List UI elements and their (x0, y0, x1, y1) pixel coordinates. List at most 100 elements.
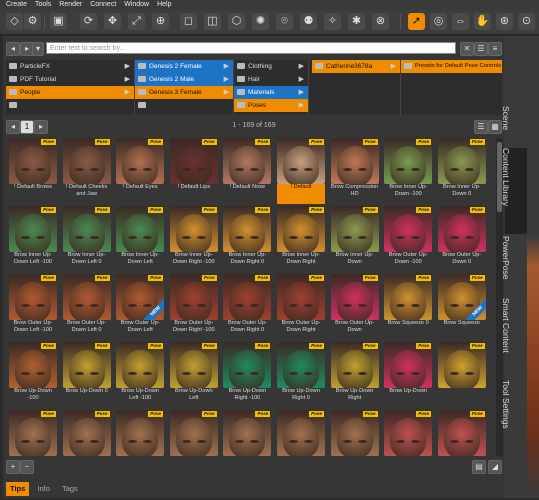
menu-connect[interactable]: Connect (90, 1, 116, 8)
category-item-clothing[interactable]: Clothing ▶ (234, 60, 308, 73)
universal-tool-icon[interactable]: ⊕ (152, 13, 169, 30)
asset-tile[interactable]: Pose Brow Up-Down Right -100 (223, 342, 272, 408)
asset-tile[interactable]: Pose Brow Inner Up-Down Left (116, 206, 165, 272)
asset-tile[interactable]: Pose ! Default Cheeks and Jaw (62, 138, 111, 204)
pointer-icon[interactable]: ➚ (408, 13, 425, 30)
target-icon[interactable]: ⊗ (372, 13, 389, 30)
geometry-icon[interactable]: ⬡ (228, 13, 245, 30)
joint-icon[interactable]: ⊛ (496, 13, 513, 30)
asset-tile[interactable]: Pose Brow Outer Up-Down Right 0 (223, 274, 272, 340)
orbit-icon[interactable]: ◎ (430, 13, 447, 30)
camera-icon[interactable]: ⌾ (276, 13, 293, 30)
asset-tile[interactable]: Pose (9, 410, 57, 456)
filter-icon[interactable]: ☰ (474, 42, 488, 56)
asset-tile[interactable]: Pose NEW Brow Outer Up-Down Left (116, 274, 165, 340)
category-item-genesis-2-male[interactable]: Genesis 2 Male ▶ (135, 73, 233, 86)
node-icon[interactable]: ⚉ (300, 13, 317, 30)
asset-tile[interactable]: Pose Brow Inner Up-Down 0 (437, 138, 486, 204)
list-view-icon[interactable]: ☰ (474, 120, 488, 134)
category-item-hair[interactable]: Hair ▶ (234, 73, 308, 86)
tab-scene[interactable]: Scene (501, 106, 527, 146)
category-item-catherine3678a[interactable]: Catherine3678a ▶ (312, 60, 400, 73)
back-icon[interactable]: ◂ (6, 42, 20, 56)
asset-tile[interactable]: Pose Brow Up-Down Right (330, 342, 379, 408)
tab-info[interactable]: Info (33, 482, 54, 496)
point-icon[interactable]: ✱ (348, 13, 365, 30)
asset-tile[interactable]: Pose (437, 410, 486, 456)
new-scene-icon[interactable]: ◇ (6, 13, 23, 30)
light-icon[interactable]: ✺ (252, 13, 269, 30)
resize-icon[interactable]: ◢ (488, 460, 502, 474)
region-icon[interactable]: ⊙ (518, 13, 535, 30)
spot-icon[interactable]: ✧ (324, 13, 341, 30)
asset-tile[interactable]: Pose Brow Outer Up-Down -100 (384, 206, 433, 272)
asset-tile[interactable]: Pose Brow Up-Down Left -100 (116, 342, 165, 408)
asset-tile[interactable]: Pose Brow Squeeze 0 (384, 274, 433, 340)
cube-icon[interactable]: ◻ (180, 13, 197, 30)
options-icon[interactable]: ▾ (32, 42, 44, 56)
clear-search-icon[interactable]: ✕ (460, 42, 474, 56)
asset-tile[interactable]: Pose (169, 410, 218, 456)
asset-tile[interactable]: Pose ! Default Eyes (116, 138, 165, 204)
menu-icon[interactable]: ≡ (488, 42, 502, 56)
translate-icon[interactable]: ⇔ (452, 13, 469, 30)
category-item-presets[interactable]: Presets for Default Pose Controls (401, 60, 502, 73)
remove-icon[interactable]: − (20, 460, 34, 474)
asset-tile[interactable]: Pose Brow Outer Up-Down Left -100 (9, 274, 57, 340)
asset-tile[interactable]: Pose Brow Inner Up-Down Right 0 (223, 206, 272, 272)
menu-create[interactable]: Create (6, 1, 27, 8)
asset-tile[interactable]: Pose Brow Outer Up-Down Right -100 (169, 274, 218, 340)
menu-help[interactable]: Help (157, 1, 171, 8)
asset-tile[interactable]: Pose Brow Inner Up-Down Right (277, 206, 325, 272)
asset-tile[interactable]: Pose Brow Outer Up-Down Left 0 (62, 274, 111, 340)
menu-render[interactable]: Render (59, 1, 82, 8)
asset-tile[interactable]: Pose ! Default Nose (223, 138, 272, 204)
pose-icon[interactable]: ✋ (474, 13, 491, 30)
add-icon[interactable]: + (6, 460, 20, 474)
category-item-partial[interactable] (135, 99, 233, 112)
tab-tips[interactable]: Tips (6, 482, 30, 496)
tab-content-library[interactable]: Content Library (501, 148, 527, 234)
gear-icon[interactable]: ⚙ (24, 13, 41, 30)
asset-tile[interactable]: Pose Brow Inner Up-Down (330, 206, 379, 272)
category-item-poses[interactable]: Poses ▶ (234, 99, 308, 112)
scale-icon[interactable]: ⤢ (128, 13, 145, 30)
tab-smart-content[interactable]: Smart Content (501, 298, 527, 378)
asset-tile[interactable]: Pose (116, 410, 165, 456)
search-input[interactable]: Enter text to search by... (46, 42, 456, 54)
category-item-genesis-2-female[interactable]: Genesis 2 Female ▶ (135, 60, 233, 73)
asset-tile[interactable]: Pose (330, 410, 379, 456)
menu-window[interactable]: Window (124, 1, 149, 8)
asset-tile[interactable]: Pose Brow Up-Down Right 0 (277, 342, 325, 408)
asset-tile[interactable]: Pose Brow Up-Down 0 (62, 342, 111, 408)
file-icon[interactable]: ▤ (472, 460, 486, 474)
asset-tile[interactable]: Pose NEW Brow Squeeze (437, 274, 486, 340)
category-item-materials[interactable]: Materials ▶ (234, 86, 308, 99)
asset-tile[interactable]: Pose (277, 410, 325, 456)
render-icon[interactable]: ▣ (50, 13, 67, 30)
asset-tile[interactable]: Pose Brow Outer Up-Down (330, 274, 379, 340)
category-item-partial[interactable] (6, 99, 134, 112)
tab-tags[interactable]: Tags (58, 482, 82, 496)
cube-frame-icon[interactable]: ◫ (204, 13, 221, 30)
asset-tile[interactable]: Pose Brow Inner Up-Down Left 0 (62, 206, 111, 272)
tab-tool-settings[interactable]: Tool Settings (501, 380, 527, 450)
rotate-icon[interactable]: ⟳ (80, 13, 97, 30)
category-item-genesis-3-female[interactable]: Genesis 3 Female ▶ (135, 86, 233, 99)
category-item-particlefx[interactable]: ParticleFX ▶ (6, 60, 134, 73)
asset-tile[interactable]: Pose ! Default (277, 138, 325, 204)
asset-tile[interactable]: Pose Brow Compression HD (330, 138, 379, 204)
asset-tile[interactable]: Pose Brow Up-Down (384, 342, 433, 408)
asset-tile[interactable]: Pose Brow Inner Up-Down Right -100 (169, 206, 218, 272)
asset-tile[interactable]: Pose (437, 342, 486, 408)
tab-powerpose[interactable]: PowerPose (501, 236, 527, 296)
menu-tools[interactable]: Tools (35, 1, 51, 8)
asset-tile[interactable]: Pose Brow Outer Up-Down Right (277, 274, 325, 340)
asset-tile[interactable]: Pose Brow Inner Up-Down Left -100 (9, 206, 57, 272)
asset-tile[interactable]: Pose Brow Inner Up-Down -100 (384, 138, 433, 204)
category-item-pdf-tutorial[interactable]: PDF Tutorial ▶ (6, 73, 134, 86)
asset-tile[interactable]: Pose ! Default Lips (169, 138, 218, 204)
asset-tile[interactable]: Pose Brow Up-Down -100 (9, 342, 57, 408)
asset-tile[interactable]: Pose Brow Up-Down Left (169, 342, 218, 408)
move-icon[interactable]: ✥ (104, 13, 121, 30)
